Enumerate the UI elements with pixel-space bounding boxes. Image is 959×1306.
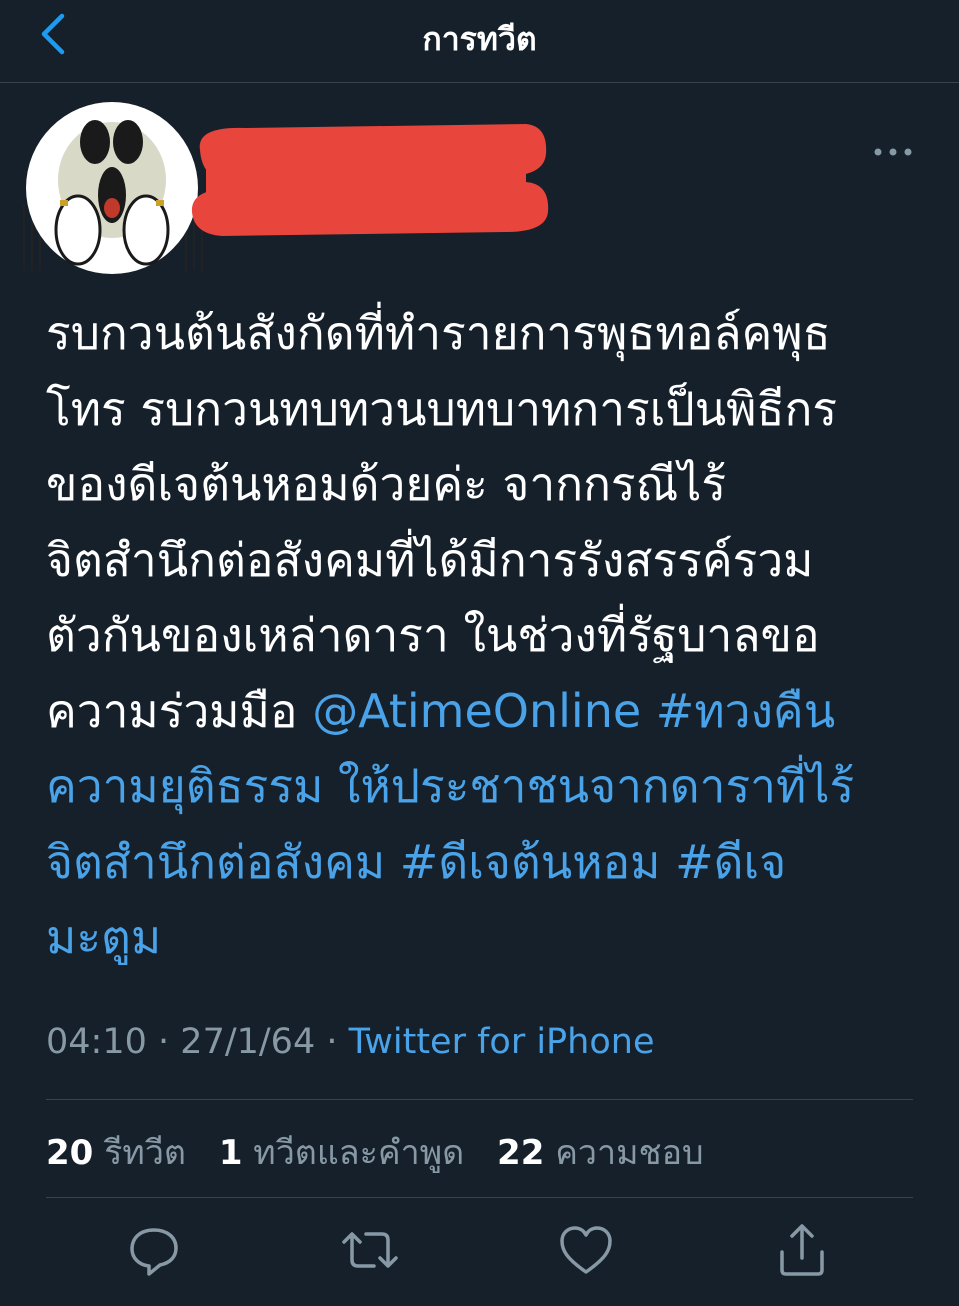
separator: ·: [326, 1022, 338, 1062]
hashtag-link[interactable]: ความยุติธรรม ให้ประชาชนจากดาราที่ไร้: [46, 749, 926, 825]
likes-stat[interactable]: 22 ความชอบ: [497, 1133, 704, 1173]
tweet-meta: 04:10 · 27/1/64 · Twitter for iPhone: [46, 1022, 654, 1062]
separator: ·: [158, 1022, 170, 1062]
more-options-icon[interactable]: [872, 144, 914, 160]
tweet-line: จิตสำนึกต่อสังคมที่ได้มีการรังสรรค์รวม: [46, 532, 814, 587]
tweet-source-link[interactable]: Twitter for iPhone: [349, 1022, 655, 1062]
redacted-username: [191, 124, 549, 236]
reply-icon[interactable]: [124, 1220, 184, 1280]
tweet-line: ความร่วมมือ @AtimeOnline #ทวงคืน: [46, 674, 926, 750]
divider: [46, 1197, 913, 1198]
hashtag-link[interactable]: จิตสำนึกต่อสังคม #ดีเจต้นหอม #ดีเจ: [46, 825, 926, 901]
tweet-text: รบกวนต้นสังกัดที่ทำรายการพุธทอล์คพุธ โทร…: [46, 296, 926, 976]
tweet-line-text: ความร่วมมือ: [46, 683, 313, 738]
quotes-stat[interactable]: 1 ทวีตและคำพูด: [219, 1133, 464, 1173]
like-heart-icon[interactable]: [556, 1220, 616, 1280]
divider: [46, 1099, 913, 1100]
mention-hashtag-link[interactable]: @AtimeOnline #ทวงคืน: [312, 684, 835, 738]
retweets-stat[interactable]: 20 รีทวีต: [46, 1133, 186, 1173]
avatar[interactable]: [20, 100, 210, 280]
tweet-line: โทร รบกวนทบทวนบทบาทการเป็นพิธีกร: [46, 381, 838, 436]
tweet-line: ของดีเจต้นหอมด้วยค่ะ จากกรณีไร้: [46, 457, 727, 511]
tweet-date: 27/1/64: [180, 1022, 316, 1062]
share-icon[interactable]: [772, 1220, 832, 1280]
tweet-line: ตัวกันของเหล่าดารา ในช่วงที่รัฐบาลขอ: [46, 608, 820, 662]
tweet-line: รบกวนต้นสังกัดที่ทำรายการพุธทอล์คพุธ: [46, 306, 831, 360]
retweet-icon[interactable]: [340, 1220, 400, 1280]
action-bar: [0, 1220, 959, 1280]
page-title: การทวีต: [422, 20, 537, 58]
top-bar: การทวีต: [0, 0, 959, 83]
tweet-stats: 20 รีทวีต 1 ทวีตและคำพูด 22 ความชอบ: [46, 1125, 726, 1179]
tweet-time: 04:10: [46, 1022, 147, 1062]
hashtag-link[interactable]: มะตูม: [46, 900, 926, 976]
